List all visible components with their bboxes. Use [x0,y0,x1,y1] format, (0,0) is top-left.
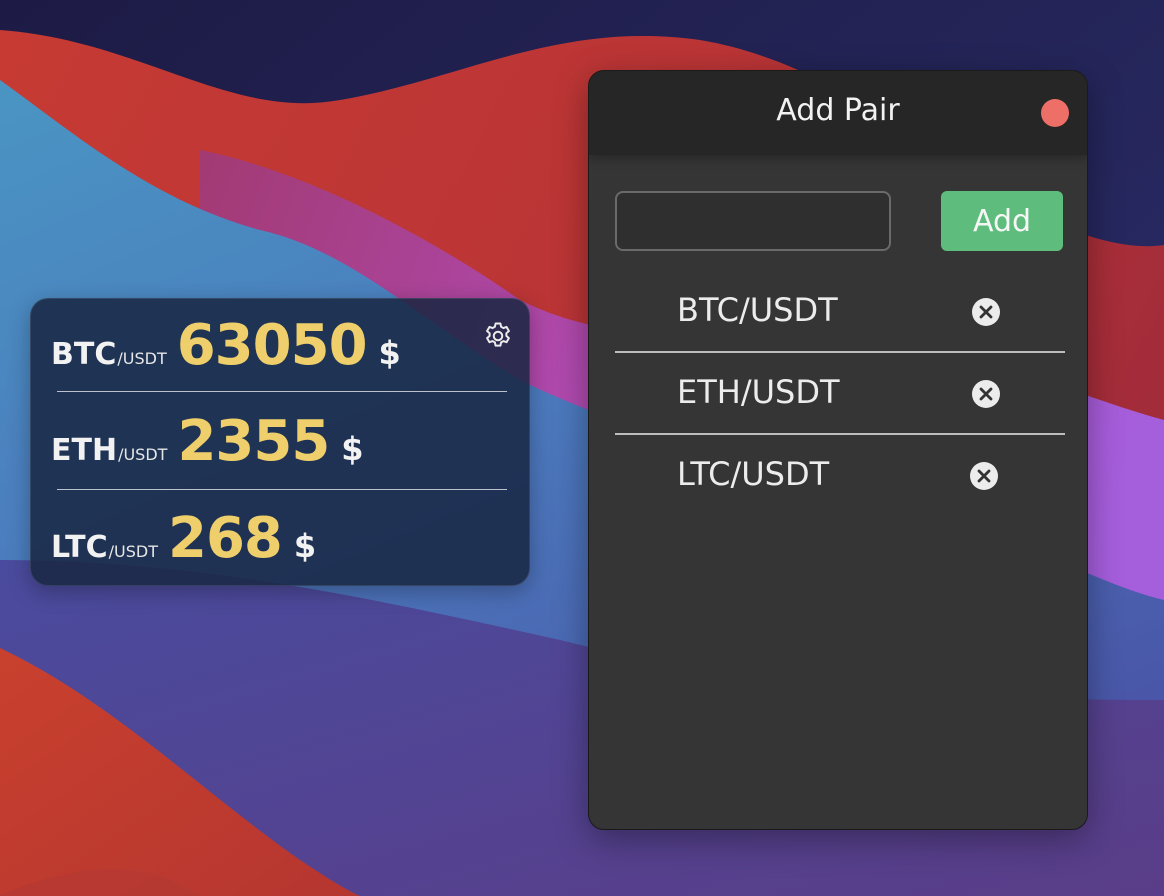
remove-pair-button[interactable] [971,379,1001,409]
desktop: BTC /USDT 63050 $ ETH /USDT 2355 $ LTC /… [0,0,1164,896]
ticker-symbol: BTC [51,337,117,372]
pair-label: LTC/USDT [677,455,830,493]
ticker-quote: /USDT [118,445,168,464]
ticker-row-eth: ETH /USDT 2355 $ [51,409,491,474]
ticker-currency: $ [341,430,364,468]
remove-circle-x-icon [972,298,1000,326]
ticker-divider [57,489,507,490]
ticker-row-btc: BTC /USDT 63050 $ [51,313,491,378]
gear-icon [486,322,510,347]
pair-input[interactable] [615,191,891,251]
settings-button[interactable] [481,319,515,353]
ticker-divider [57,391,507,392]
window-title: Add Pair [776,93,900,128]
add-pair-window: Add Pair Add BTC/USDT ETH/USDT LTC/USDT [588,70,1088,830]
ticker-quote: /USDT [108,542,158,561]
pair-list-item: ETH/USDT [615,353,1065,435]
price-ticker-widget: BTC /USDT 63050 $ ETH /USDT 2355 $ LTC /… [30,298,530,586]
ticker-row-ltc: LTC /USDT 268 $ [51,506,491,571]
pair-list-item: LTC/USDT [615,435,1065,517]
remove-circle-x-icon [972,380,1000,408]
ticker-price: 2355 [177,409,330,474]
remove-circle-x-icon [970,462,998,490]
add-button[interactable]: Add [941,191,1063,251]
pair-label: BTC/USDT [677,291,838,329]
ticker-currency: $ [378,334,401,372]
remove-pair-button[interactable] [971,297,1001,327]
ticker-quote: /USDT [117,349,167,368]
remove-pair-button[interactable] [969,461,999,491]
ticker-currency: $ [293,527,317,565]
ticker-price: 63050 [176,313,368,378]
ticker-price: 268 [168,506,283,571]
title-bar: Add Pair [589,71,1087,155]
close-button[interactable] [1041,99,1069,127]
ticker-symbol: ETH [51,433,118,468]
pair-list-item: BTC/USDT [615,271,1065,353]
ticker-symbol: LTC [51,530,108,565]
pair-label: ETH/USDT [677,373,840,411]
